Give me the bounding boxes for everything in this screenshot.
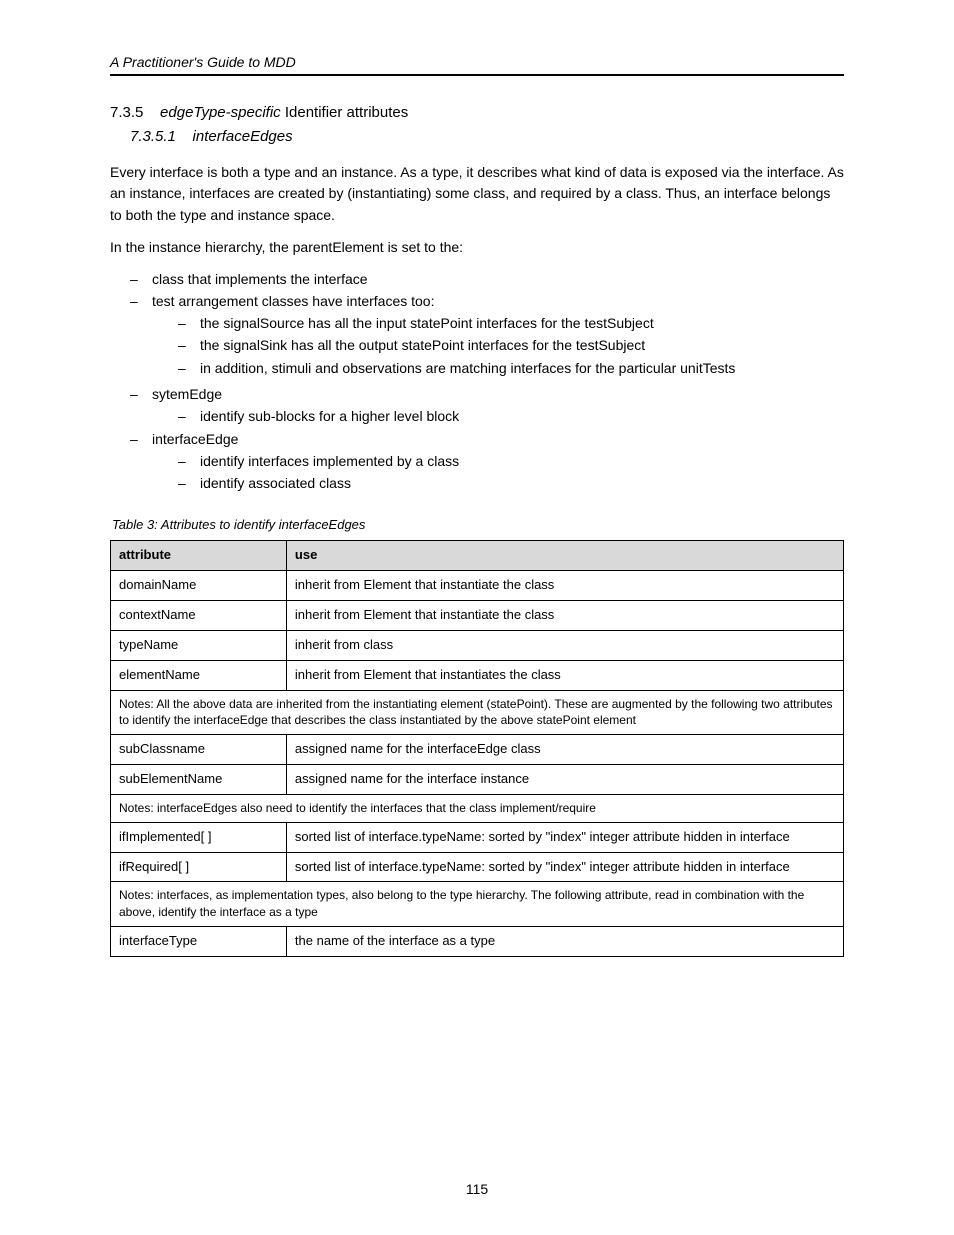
page-header: A Practitioner's Guide to MDD <box>110 52 844 76</box>
list-item-text: interfaceEdge <box>152 431 238 447</box>
subsection-title: interfaceEdges <box>193 128 293 145</box>
list-item-text: the signalSource has all the input state… <box>200 315 654 331</box>
table-cell: the name of the interface as a type <box>286 926 843 956</box>
list-item: interfaceEdge identify interfaces implem… <box>130 429 844 494</box>
list-item: identify associated class <box>178 473 844 493</box>
section-number: 7.3.5 <box>110 104 143 121</box>
table-header-cell: use <box>286 541 843 571</box>
list-item-text: identify associated class <box>200 475 351 491</box>
table-notes-cell: Notes: All the above data are inherited … <box>111 690 844 735</box>
table-cell: inherit from Element that instantiate th… <box>286 601 843 631</box>
section-title-italic: edgeType-specific <box>160 104 281 121</box>
table-notes-cell: Notes: interfaces, as implementation typ… <box>111 882 844 927</box>
section-heading: 7.3.5 edgeType-specific Identifier attri… <box>110 102 844 124</box>
list-item-text: the signalSink has all the output stateP… <box>200 337 645 353</box>
section-title-rest: Identifier attributes <box>281 104 409 121</box>
page: A Practitioner's Guide to MDD 7.3.5 edge… <box>0 0 954 1235</box>
table-notes-row: Notes: interfaces, as implementation typ… <box>111 882 844 927</box>
subsection-heading: 7.3.5.1 interfaceEdges <box>130 126 844 148</box>
table-cell: domainName <box>111 571 287 601</box>
section-heading-block: 7.3.5 edgeType-specific Identifier attri… <box>110 102 844 148</box>
table-row: ifRequired[ ] sorted list of interface.t… <box>111 852 844 882</box>
table-row: elementName inherit from Element that in… <box>111 660 844 690</box>
table-cell: elementName <box>111 660 287 690</box>
nested-list: the signalSource has all the input state… <box>178 313 844 378</box>
table-cell: subElementName <box>111 765 287 795</box>
list-item: class that implements the interface <box>130 269 844 289</box>
table-cell: inherit from class <box>286 630 843 660</box>
page-number: 115 <box>0 1179 954 1199</box>
list-item: sytemEdge identify sub-blocks for a high… <box>130 384 844 427</box>
table-cell: contextName <box>111 601 287 631</box>
table-row: ifImplemented[ ] sorted list of interfac… <box>111 822 844 852</box>
table-header-cell: attribute <box>111 541 287 571</box>
bullet-list-1: class that implements the interface test… <box>130 269 844 378</box>
body-paragraph: In the instance hierarchy, the parentEle… <box>110 237 844 259</box>
table-notes-cell: Notes: interfaceEdges also need to ident… <box>111 794 844 822</box>
table-row: domainName inherit from Element that ins… <box>111 571 844 601</box>
subsection-number: 7.3.5.1 <box>130 128 176 145</box>
table-cell: assigned name for the interface instance <box>286 765 843 795</box>
list-item: the signalSink has all the output stateP… <box>178 335 844 355</box>
table-notes-row: Notes: interfaceEdges also need to ident… <box>111 794 844 822</box>
table-row: subClassname assigned name for the inter… <box>111 735 844 765</box>
table-header-row: attribute use <box>111 541 844 571</box>
table-cell: typeName <box>111 630 287 660</box>
list-item-text: identify sub-blocks for a higher level b… <box>200 408 459 424</box>
table-row: typeName inherit from class <box>111 630 844 660</box>
table-cell: ifRequired[ ] <box>111 852 287 882</box>
table-notes-row: Notes: All the above data are inherited … <box>111 690 844 735</box>
list-item: identify interfaces implemented by a cla… <box>178 451 844 471</box>
table-cell: sorted list of interface.typeName: sorte… <box>286 852 843 882</box>
table-row: contextName inherit from Element that in… <box>111 601 844 631</box>
list-item-text: test arrangement classes have interfaces… <box>152 293 434 309</box>
list-item-text: class that implements the interface <box>152 271 368 287</box>
body-paragraph: Every interface is both a type and an in… <box>110 162 844 227</box>
header-title: A Practitioner's Guide to MDD <box>110 54 296 70</box>
table-row: interfaceType the name of the interface … <box>111 926 844 956</box>
list-item-text: identify interfaces implemented by a cla… <box>200 453 459 469</box>
bullet-list-2: sytemEdge identify sub-blocks for a high… <box>130 384 844 493</box>
table-cell: inherit from Element that instantiates t… <box>286 660 843 690</box>
nested-list: identify sub-blocks for a higher level b… <box>178 406 844 426</box>
table-cell: subClassname <box>111 735 287 765</box>
attributes-table: attribute use domainName inherit from El… <box>110 540 844 956</box>
table-cell: interfaceType <box>111 926 287 956</box>
list-item: identify sub-blocks for a higher level b… <box>178 406 844 426</box>
list-item-text: in addition, stimuli and observations ar… <box>200 360 735 376</box>
table-caption: Table 3: Attributes to identify interfac… <box>112 516 844 535</box>
table-cell: inherit from Element that instantiate th… <box>286 571 843 601</box>
list-item: the signalSource has all the input state… <box>178 313 844 333</box>
nested-list: identify interfaces implemented by a cla… <box>178 451 844 494</box>
table-row: subElementName assigned name for the int… <box>111 765 844 795</box>
list-item: in addition, stimuli and observations ar… <box>178 358 844 378</box>
table-cell: assigned name for the interfaceEdge clas… <box>286 735 843 765</box>
table-cell: ifImplemented[ ] <box>111 822 287 852</box>
list-item-text: sytemEdge <box>152 386 222 402</box>
table-body: domainName inherit from Element that ins… <box>111 571 844 957</box>
list-item: test arrangement classes have interfaces… <box>130 291 844 378</box>
table-cell: sorted list of interface.typeName: sorte… <box>286 822 843 852</box>
